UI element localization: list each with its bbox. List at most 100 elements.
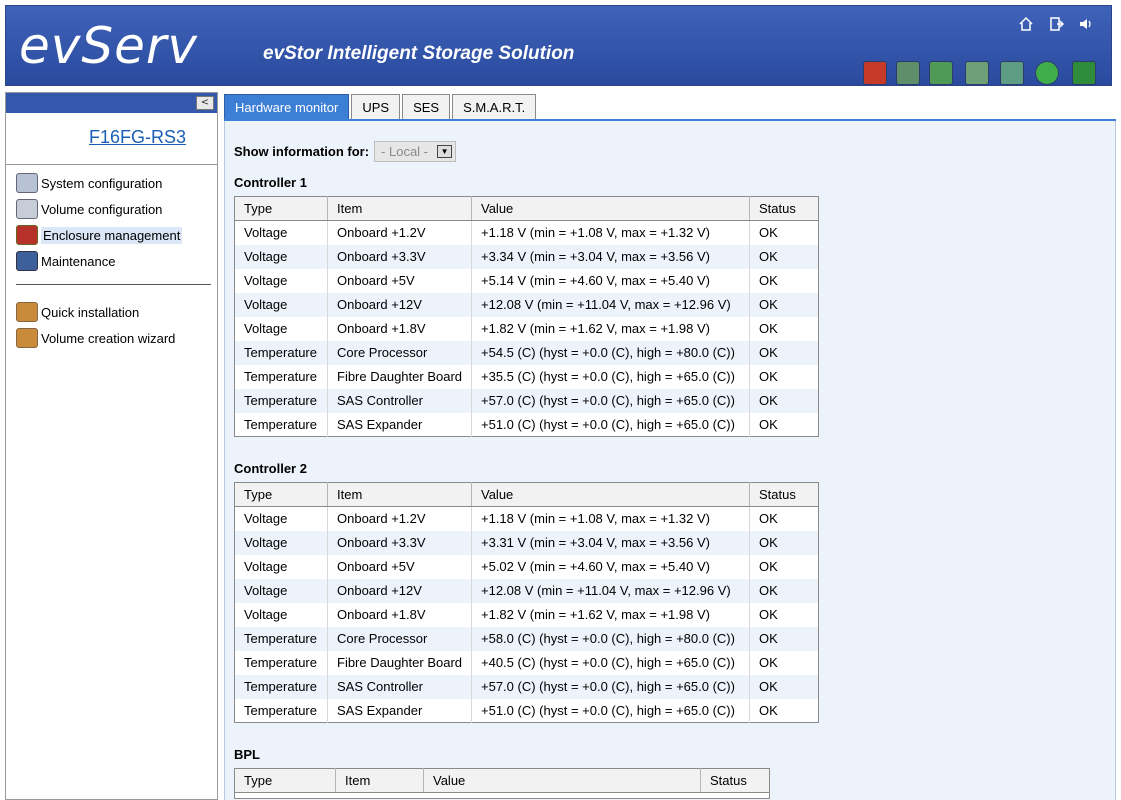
table-cell: Temperature [234,626,328,651]
table-cell: OK [749,244,819,269]
table-cell: Temperature [234,674,328,699]
device-name-link[interactable]: F16FG-RS3 [89,127,186,148]
table-row: Temperature Fibre Daughter Board +35.5 (C)… [234,364,819,389]
logout-icon[interactable] [1048,16,1065,32]
column-header[interactable]: Item [327,196,472,221]
wizard-icon [16,328,38,348]
controller-1-table: Type Item Value Status Voltage Onboard +1… [234,196,819,437]
table-cell: +3.31 V (min = +3.04 V, max = +3.56 V) [471,530,750,555]
column-header[interactable]: Item [327,482,472,507]
nav-volume-creation-wizard[interactable]: Volume creation wizard [16,327,175,349]
table-cell: OK [759,702,778,718]
column-header[interactable]: Value [471,196,750,221]
temperature-icon[interactable] [896,61,920,85]
table-row [235,793,770,799]
table-cell: Voltage [234,316,328,341]
table-cell: Voltage [234,530,328,555]
show-info-label: Show information for: [234,144,370,159]
monitor-icon [16,225,38,245]
table-cell: Onboard +3.3V [327,244,472,269]
chevron-down-icon[interactable]: ▼ [437,145,453,158]
table-cell: +40.5 (C) (hyst = +0.0 (C), high = +65.0… [471,650,750,675]
table-cell: SAS Controller [327,388,472,413]
table-cell: +12.08 V (min = +11.04 V, max = +12.96 V… [471,292,750,317]
table-row: Voltage Onboard +3.3V +3.31 V (min = +3.04… [234,530,819,555]
table-cell: +54.5 (C) (hyst = +0.0 (C), high = +80.0… [471,340,750,365]
source-select[interactable]: - Local - ▼ [374,141,457,162]
collapse-button[interactable]: < [196,96,214,110]
table-cell: Core Processor [327,626,472,651]
nav-quick-installation[interactable]: Quick installation [16,301,139,323]
storage-icon[interactable] [965,61,989,85]
table-cell: SAS Expander [327,412,472,437]
nav-label: System configuration [41,175,163,191]
table-cell: Voltage [234,554,328,579]
column-header[interactable]: Status [749,482,819,507]
fan-icon[interactable] [1000,61,1024,85]
table-cell: +1.82 V (min = +1.62 V, max = +1.98 V) [471,602,750,627]
table-cell: SAS Expander [327,698,472,723]
table-row: Voltage Onboard +1.2V +1.18 V (min = +1.08… [234,220,819,245]
table-row: Voltage Onboard +1.8V +1.82 V (min = +1.62… [234,316,819,341]
wrench-icon [16,251,38,271]
tab-ups[interactable]: UPS [351,94,401,120]
column-header[interactable]: Item [335,768,424,793]
table-cell: +57.0 (C) (hyst = +0.0 (C), high = +65.0… [471,674,750,699]
table-cell: OK [759,225,778,241]
column-header[interactable]: Type [234,196,328,221]
table-cell: Voltage [234,292,328,317]
nav-maintenance[interactable]: Maintenance [16,250,115,272]
tab-smart[interactable]: S.M.A.R.T. [452,94,537,120]
column-header[interactable]: Type [234,482,328,507]
table-header-row: Type Item Value Status [234,482,819,507]
table-cell: OK [749,292,819,317]
table-cell: SAS Controller [327,674,472,699]
table-cell: Onboard +3.3V [327,530,472,555]
column-header[interactable]: Type [234,768,336,793]
table-row: Temperature Core Processor +58.0 (C) (hyst… [234,626,819,651]
nav-divider [16,284,211,285]
nav-volume-configuration[interactable]: Volume configuration [16,198,162,220]
column-header[interactable]: Status [700,768,770,793]
alert-disk-icon[interactable] [863,61,887,85]
nav-label: Maintenance [41,253,116,269]
table-cell: +1.82 V (min = +1.62 V, max = +1.98 V) [471,316,750,341]
column-header[interactable]: Value [423,768,701,793]
table-header-row: Type Item Value Status [234,196,819,221]
table-cell: OK [749,674,819,699]
column-header[interactable]: Status [749,196,819,221]
sound-icon[interactable] [1078,16,1094,32]
table-cell: Onboard +1.8V [327,602,472,627]
show-info-row: Show information for: - Local - ▼ [234,141,457,162]
table-cell: Onboard +5V [327,268,472,293]
table-row: Voltage Onboard +1.8V +1.82 V (min = +1.62… [234,602,819,627]
table-cell: +3.34 V (min = +3.04 V, max = +3.56 V) [471,244,750,269]
nav-label: Quick installation [41,304,140,320]
content-panel: Show information for: - Local - ▼ Contro… [224,121,1116,800]
network-icon[interactable] [929,61,953,85]
nav-enclosure-management[interactable]: Enclosure management [16,224,183,246]
table-cell: Onboard +1.2V [327,506,472,531]
board-icon[interactable] [1072,61,1096,85]
column-header[interactable]: Value [471,482,750,507]
table-cell: Onboard +12V [327,292,472,317]
table-cell: Temperature [234,412,328,437]
home-icon[interactable] [1018,16,1034,32]
table-cell: Onboard +5V [327,554,472,579]
nav-label: Volume creation wizard [41,330,176,346]
table-cell: +5.14 V (min = +4.60 V, max = +5.40 V) [471,268,750,293]
camera-icon [16,173,38,193]
tab-ses[interactable]: SES [402,94,451,120]
brand-logo: evServ [19,17,198,75]
device-panel: F16FG-RS3 [6,113,217,165]
table-cell: +51.0 (C) (hyst = +0.0 (C), high = +65.0… [471,412,750,437]
bpl-table: Type Item Value Status [234,768,770,799]
box-icon [16,302,38,322]
table-cell: OK [759,607,778,622]
tab-hardware-monitor[interactable]: Hardware monitor [224,94,350,120]
nav-system-configuration[interactable]: System configuration [16,172,162,194]
table-cell: +57.0 (C) (hyst = +0.0 (C), high = +65.0… [471,388,750,413]
table-cell: Voltage [234,506,328,531]
table-cell: Voltage [234,268,328,293]
power-icon[interactable] [1035,61,1059,85]
